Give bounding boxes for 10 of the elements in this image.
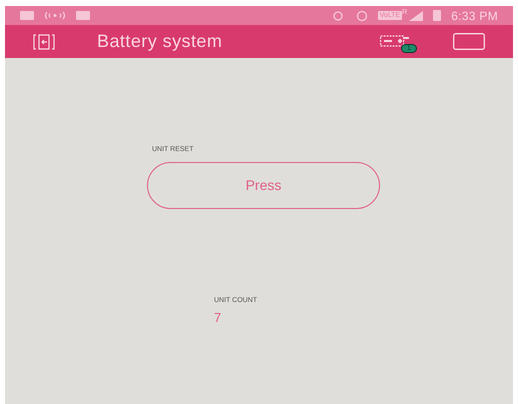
exit-icon[interactable]	[33, 34, 55, 50]
app-title: Battery system	[97, 30, 222, 53]
broadcast-icon	[44, 11, 66, 20]
signal-icon	[409, 10, 424, 20]
clock-time: 6:33 PM	[451, 8, 498, 24]
square-icon[interactable]	[453, 33, 485, 50]
battery-icon	[433, 10, 442, 21]
count-value: 7	[214, 309, 222, 327]
press-button[interactable]: Press	[147, 162, 380, 208]
battery-icon[interactable]	[380, 32, 410, 46]
